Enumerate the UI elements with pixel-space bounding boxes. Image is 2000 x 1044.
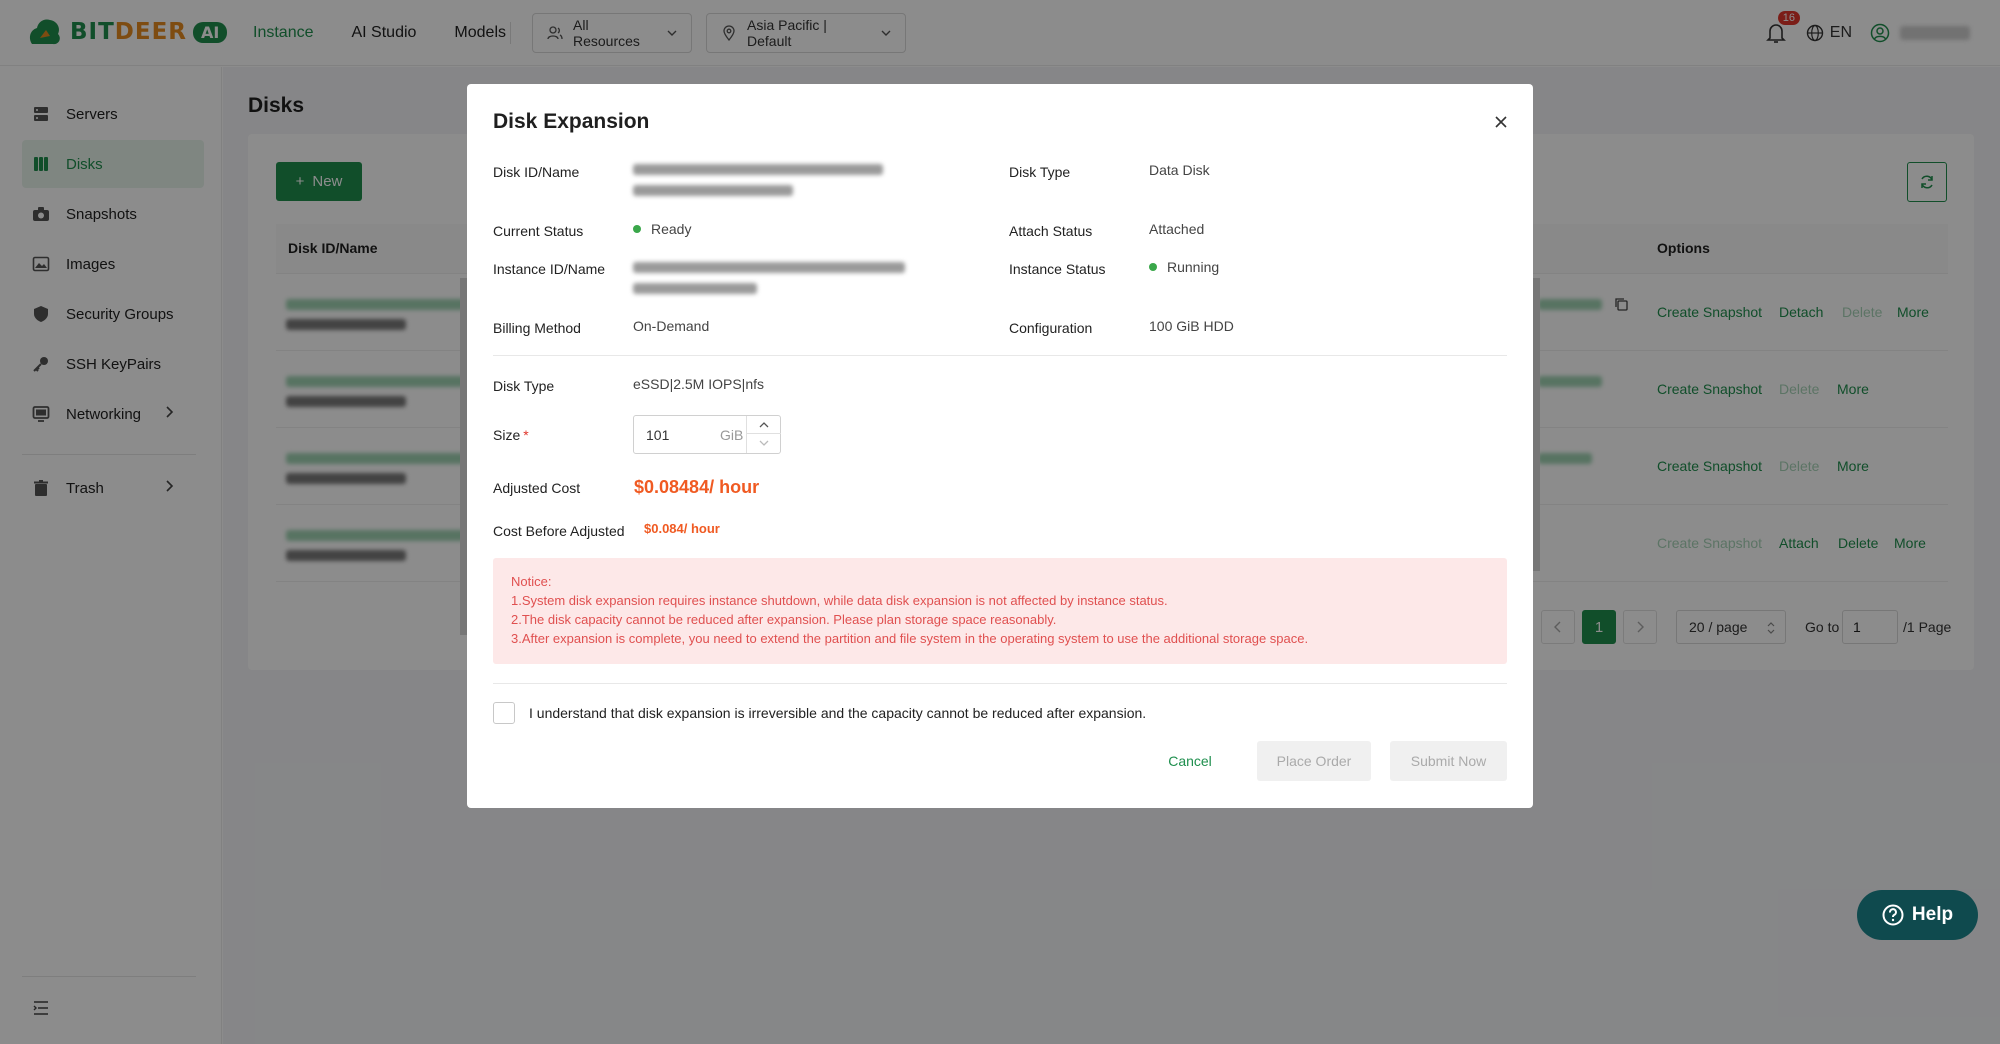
attach-status-value: Attached [1149,221,1205,237]
submit-now-button[interactable]: Submit Now [1390,741,1507,781]
question-circle-icon [1882,904,1904,926]
disk-id-value-redacted [633,164,883,175]
adjusted-cost-label: Adjusted Cost [493,480,581,496]
current-status-label: Current Status [493,223,584,239]
size-step-controls [746,416,781,453]
configuration-value: 100 GiB HDD [1149,318,1234,334]
notice-title: Notice: [511,574,552,589]
size-unit: GiB [720,427,744,443]
instance-id-label: Instance ID/Name [493,261,606,277]
disk-expansion-dialog: Disk Expansion Disk ID/Name Disk Type Da… [467,84,1533,808]
notice-box: Notice: 1.System disk expansion requires… [493,558,1507,664]
form-disk-type-label: Disk Type [493,378,555,394]
disk-id-label: Disk ID/Name [493,164,580,180]
disk-type-value: Data Disk [1149,162,1210,178]
adjusted-cost-value: $0.08484/ hour [634,477,760,497]
decrement-button[interactable] [747,434,781,452]
notice-line: 2.The disk capacity cannot be reduced af… [511,612,1057,627]
status-dot-icon [633,225,641,234]
size-label: Size * [493,427,529,443]
configuration-label: Configuration [1009,320,1093,336]
agreement-checkbox[interactable] [493,702,515,724]
disk-type-label: Disk Type [1009,164,1071,180]
disk-name-value-redacted [633,185,793,196]
notice-line: 3.After expansion is complete, you need … [511,631,1309,646]
billing-method-label: Billing Method [493,320,581,336]
size-input[interactable]: 101 [646,427,669,443]
instance-status-value: Running [1149,259,1219,275]
status-dot-icon [1149,263,1157,272]
cost-before-value: $0.084/ hour [644,521,720,536]
size-stepper[interactable]: 101 GiB [633,415,781,454]
increment-button[interactable] [747,416,781,434]
billing-method-value: On-Demand [633,318,710,334]
chevron-down-icon [759,440,769,446]
dialog-divider [493,683,1507,684]
dialog-divider [493,355,1507,356]
instance-id-value-redacted [633,262,905,273]
close-icon[interactable] [1493,114,1509,130]
help-button[interactable]: Help [1857,890,1978,940]
agreement-text[interactable]: I understand that disk expansion is irre… [529,705,1146,721]
instance-status-label: Instance Status [1009,261,1106,277]
attach-status-label: Attach Status [1009,223,1093,239]
instance-name-value-redacted [633,283,757,294]
form-disk-type-value: eSSD|2.5M IOPS|nfs [633,376,764,392]
chevron-up-icon [759,422,769,428]
help-label: Help [1911,904,1954,925]
notice-line: 1.System disk expansion requires instanc… [511,593,1168,608]
place-order-button[interactable]: Place Order [1257,741,1371,781]
cancel-button[interactable]: Cancel [1159,741,1221,781]
cost-before-label: Cost Before Adjusted [493,523,625,539]
dialog-title: Disk Expansion [493,110,650,133]
current-status-value: Ready [633,221,691,237]
